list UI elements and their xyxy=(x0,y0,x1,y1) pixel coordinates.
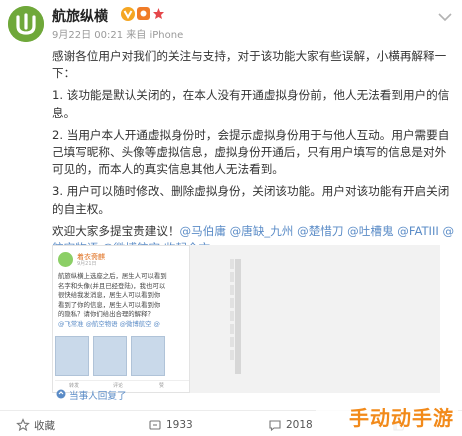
side-scroll-indicator xyxy=(235,259,241,374)
repost-count: 1933 xyxy=(166,419,193,431)
embedded-image-card[interactable]: 着衣斋麒 9月21日 航旅纵横上选座之后，居生人可以看到 名字和头像(并且已经登… xyxy=(52,245,440,402)
comment-count: 2018 xyxy=(286,419,313,431)
thumbnail-image xyxy=(131,336,165,376)
award-badge-icon xyxy=(153,8,164,19)
embedded-line: 名字和头像(并且已经登陆)，我也可以 xyxy=(58,281,166,290)
logo-icon xyxy=(8,6,44,42)
post-date: 9月22日 xyxy=(52,30,92,41)
avatar[interactable] xyxy=(8,6,44,42)
embedded-line: @飞常准 @航空物语 @微博航空 @ xyxy=(58,319,160,328)
post-source: iPhone xyxy=(149,30,184,41)
mention-link[interactable]: @吐槽鬼 xyxy=(347,224,393,238)
thumbnail-image xyxy=(93,336,127,376)
embedded-line: 看到了你的信息，居生人可以看到你 xyxy=(58,300,161,309)
star-icon xyxy=(16,418,30,432)
username[interactable]: 航旅纵横 xyxy=(52,6,108,26)
verified-badge-icon xyxy=(121,7,135,21)
post-meta: 9月22日 00:21 来自 iPhone xyxy=(52,26,183,41)
watermark: 手动动手游 xyxy=(316,400,458,432)
mention-link[interactable]: @楚惜刀 xyxy=(297,224,343,238)
repost-icon xyxy=(149,420,161,430)
post-header: 航旅纵横 9月22日 00:21 来自 iPhone xyxy=(0,0,462,44)
post-body: 感谢各位用户对我们的关注与支持，对于该功能大家有些误解，小横再解释一下： 1. … xyxy=(52,48,457,257)
embedded-line: 很快给我发消息，居生人可以看到你 xyxy=(58,291,161,300)
watermark-text: 手动动手游 xyxy=(349,406,454,430)
reply-label: 当事人回复了 xyxy=(69,391,127,402)
mention-link[interactable]: @马伯庸 xyxy=(180,224,226,238)
embedded-avatar xyxy=(58,252,73,267)
comment-icon xyxy=(269,420,281,432)
post-paragraph-intro: 感谢各位用户对我们的关注与支持，对于该功能大家有些误解，小横再解释一下： xyxy=(52,49,447,81)
post-paragraph-2: 2. 当用户本人开通虚拟身份时，会提示虚拟身份用于与他人互动。用户需要自己填写昵… xyxy=(52,127,450,177)
embedded-text: 航旅纵横上选座之后，居生人可以看到 名字和头像(并且已经登陆)，我也可以 很快给… xyxy=(58,272,188,330)
embedded-meta: 9月21日 xyxy=(77,261,97,267)
favorite-label: 收藏 xyxy=(34,419,55,432)
comment-button[interactable]: 2018 xyxy=(268,417,313,433)
repost-button[interactable]: 1933 xyxy=(148,417,193,433)
embedded-action: 赞 xyxy=(159,383,165,389)
embedded-line: 的隐私？请你们给出合理的解释？ xyxy=(58,310,154,319)
chevron-down-icon[interactable] xyxy=(438,12,452,22)
member-badge-icon xyxy=(137,7,150,20)
embedded-line: 航旅纵横上选座之后，居生人可以看到 xyxy=(58,272,167,280)
mention-link[interactable]: @唐缺_九州 xyxy=(230,224,294,238)
embedded-image-grid xyxy=(55,336,167,378)
embedded-screenshot: 着衣斋麒 9月21日 航旅纵横上选座之后，居生人可以看到 名字和头像(并且已经登… xyxy=(52,245,190,393)
reply-icon xyxy=(56,389,66,399)
post-paragraph-3: 3. 用户可以随时修改、删除虚拟身份，关闭该功能。用户对该功能有开启关闭的自主权… xyxy=(52,184,450,216)
thumbnail-image xyxy=(55,336,89,376)
source-prefix: 来自 xyxy=(126,30,147,41)
welcome-text: 欢迎大家多提宝贵建议！ xyxy=(52,223,180,238)
favorite-button[interactable]: 收藏 xyxy=(16,417,55,433)
side-placeholder xyxy=(230,259,234,363)
post-paragraph-1: 1. 该功能是默认关闭的，在本人没有开通虚拟身份前，他人无法看到用户的信息。 xyxy=(52,88,450,120)
post-time: 00:21 xyxy=(94,30,124,41)
mention-link[interactable]: @FATIII xyxy=(397,224,439,238)
